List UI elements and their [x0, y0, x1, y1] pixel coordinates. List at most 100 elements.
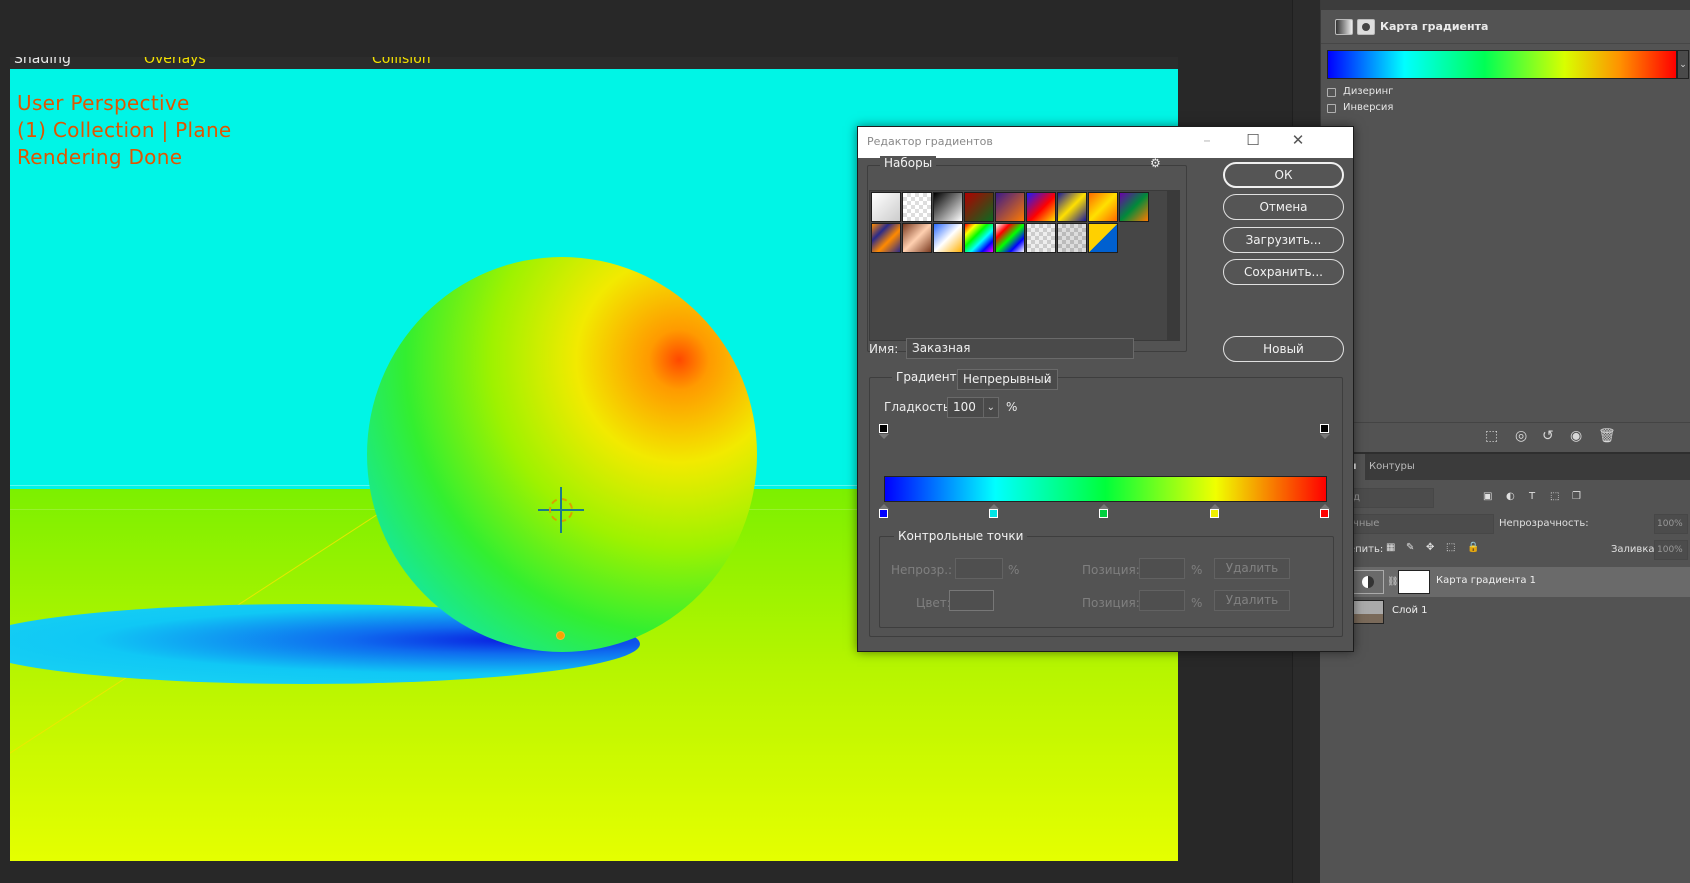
layer-name[interactable]: Карта градиента 1 [1436, 575, 1536, 586]
opacity-stop-pointer [879, 434, 889, 439]
preset-swatch[interactable] [1088, 192, 1118, 222]
visibility-icon[interactable]: ◉ [1570, 428, 1582, 444]
opacity-stop-pointer [1320, 434, 1330, 439]
layer-name[interactable]: Слой 1 [1392, 605, 1428, 616]
lock-paint-icon[interactable]: ✎ [1406, 542, 1414, 553]
smoothness-label: Гладкость: [884, 400, 954, 414]
preset-swatch[interactable] [1026, 223, 1056, 253]
color-stop[interactable] [879, 509, 888, 518]
filter-shape-icon[interactable]: ⬚ [1550, 491, 1559, 502]
presets-scrollbar[interactable] [1167, 191, 1179, 340]
chevron-down-icon: ⌄ [982, 398, 995, 417]
preset-swatch[interactable] [995, 223, 1025, 253]
stop-position-unit-2: % [1191, 596, 1203, 610]
fill-field[interactable]: 100% [1654, 540, 1688, 560]
lock-move-icon[interactable]: ✥ [1426, 542, 1434, 553]
smoothness-unit: % [1006, 400, 1018, 414]
cancel-button[interactable]: Отмена [1223, 194, 1344, 220]
preset-swatch[interactable] [933, 223, 963, 253]
preset-swatch[interactable] [1057, 223, 1087, 253]
filter-smart-icon[interactable]: ❐ [1572, 491, 1581, 502]
layer-row[interactable]: ◉ ⛓ Карта градиента 1 [1320, 567, 1690, 597]
preset-swatch[interactable] [871, 192, 901, 222]
chevron-down-icon[interactable]: ⌄ [1677, 50, 1689, 79]
name-label: Имя: [869, 342, 899, 356]
3d-cursor-icon[interactable] [538, 487, 584, 533]
link-icon[interactable]: ⛓ [1387, 577, 1398, 587]
ok-button[interactable]: ОК [1223, 162, 1344, 188]
opacity-stop[interactable] [879, 424, 888, 433]
preset-swatch[interactable] [1057, 192, 1087, 222]
stop-position-label: Позиция: [1082, 563, 1140, 577]
name-input[interactable]: Заказная [906, 338, 1134, 359]
reverse-checkbox[interactable] [1327, 104, 1336, 113]
delete-opacity-stop-button: Удалить [1214, 558, 1290, 579]
gradient-bar[interactable] [884, 476, 1327, 502]
preset-swatch[interactable] [902, 223, 932, 253]
minimize-icon[interactable]: – [1197, 131, 1217, 149]
origin-point[interactable] [556, 631, 565, 640]
gear-icon[interactable]: ⚙ [1150, 156, 1161, 170]
preset-swatch[interactable] [964, 223, 994, 253]
viewport-header-item[interactable]: Overlays [144, 57, 206, 67]
color-stop[interactable] [1320, 509, 1329, 518]
preset-swatch[interactable] [1119, 192, 1149, 222]
properties-tabstrip [1321, 0, 1690, 10]
stops-group [879, 536, 1334, 628]
reverse-label: Инверсия [1343, 102, 1394, 113]
chevron-down-icon: ⌄ [1044, 374, 1053, 385]
save-button[interactable]: Сохранить... [1223, 259, 1344, 285]
dither-checkbox[interactable] [1327, 88, 1336, 97]
dialog-titlebar[interactable]: Редактор градиентов – ☐ ✕ [858, 127, 1353, 158]
stop-opacity-input [955, 558, 1003, 579]
preset-swatch[interactable] [871, 223, 901, 253]
lock-all-icon[interactable]: 🔒 [1467, 542, 1479, 553]
layer-row[interactable]: ◉ Слой 1 [1320, 597, 1690, 627]
preset-swatch[interactable] [995, 192, 1025, 222]
maximize-icon[interactable]: ☐ [1243, 131, 1263, 149]
dither-label: Дизеринг [1343, 86, 1394, 97]
lock-transparent-icon[interactable]: ▦ [1386, 542, 1395, 553]
filter-adjustment-icon[interactable]: ◐ [1506, 491, 1515, 502]
gradient-type-label: Градиент: [892, 370, 965, 384]
reset-icon[interactable]: ↺ [1542, 428, 1554, 444]
stop-position-input-2 [1139, 590, 1185, 611]
color-stop[interactable] [989, 509, 998, 518]
adjustment-layer-icon [1352, 570, 1384, 594]
mask-icon[interactable] [1357, 19, 1375, 35]
viewport-header-item[interactable]: Shading [14, 57, 71, 67]
gradient-type-value: Непрерывный [963, 372, 1052, 386]
trash-icon[interactable]: 🗑 [1598, 428, 1616, 444]
rendered-sphere [367, 257, 757, 652]
preset-swatch[interactable] [933, 192, 963, 222]
preset-swatch[interactable] [902, 192, 932, 222]
color-stop[interactable] [1210, 509, 1219, 518]
gradient-map-icon[interactable] [1335, 19, 1353, 35]
stop-color-label: Цвет: [916, 596, 951, 610]
viewport-header-item[interactable]: Collision [372, 57, 431, 67]
tab-paths[interactable]: Контуры [1361, 454, 1423, 480]
stop-color-swatch [949, 590, 994, 611]
preset-swatch[interactable] [1088, 223, 1118, 253]
filter-image-icon[interactable]: ▣ [1483, 491, 1492, 502]
opacity-stop[interactable] [1320, 424, 1329, 433]
smoothness-input[interactable]: 100 ⌄ [947, 397, 999, 418]
new-button[interactable]: Новый [1223, 336, 1344, 362]
presets-grid [869, 190, 1180, 341]
load-button[interactable]: Загрузить... [1223, 227, 1344, 253]
layer-mask-thumbnail[interactable] [1398, 570, 1430, 594]
viewport-header: Shading Overlays Collision [10, 57, 1178, 69]
presets-label: Наборы [880, 156, 937, 170]
gradient-type-select[interactable]: Непрерывный ⌄ [957, 369, 1058, 390]
close-icon[interactable]: ✕ [1288, 131, 1308, 149]
lock-artboard-icon[interactable]: ⬚ [1446, 542, 1455, 553]
color-stop[interactable] [1099, 509, 1108, 518]
preset-swatch[interactable] [1026, 192, 1056, 222]
view-previous-icon[interactable]: ◎ [1515, 428, 1527, 444]
clip-to-layer-icon[interactable]: ⬚ [1485, 428, 1498, 444]
gradient-preview[interactable] [1327, 50, 1677, 79]
layers-panel: Слои Контуры ⌕ Вид ▣ ◐ T ⬚ ❐ Обычные Неп… [1320, 452, 1690, 883]
filter-type-icon[interactable]: T [1529, 491, 1535, 502]
preset-swatch[interactable] [964, 192, 994, 222]
opacity-field[interactable]: 100% [1654, 514, 1688, 534]
